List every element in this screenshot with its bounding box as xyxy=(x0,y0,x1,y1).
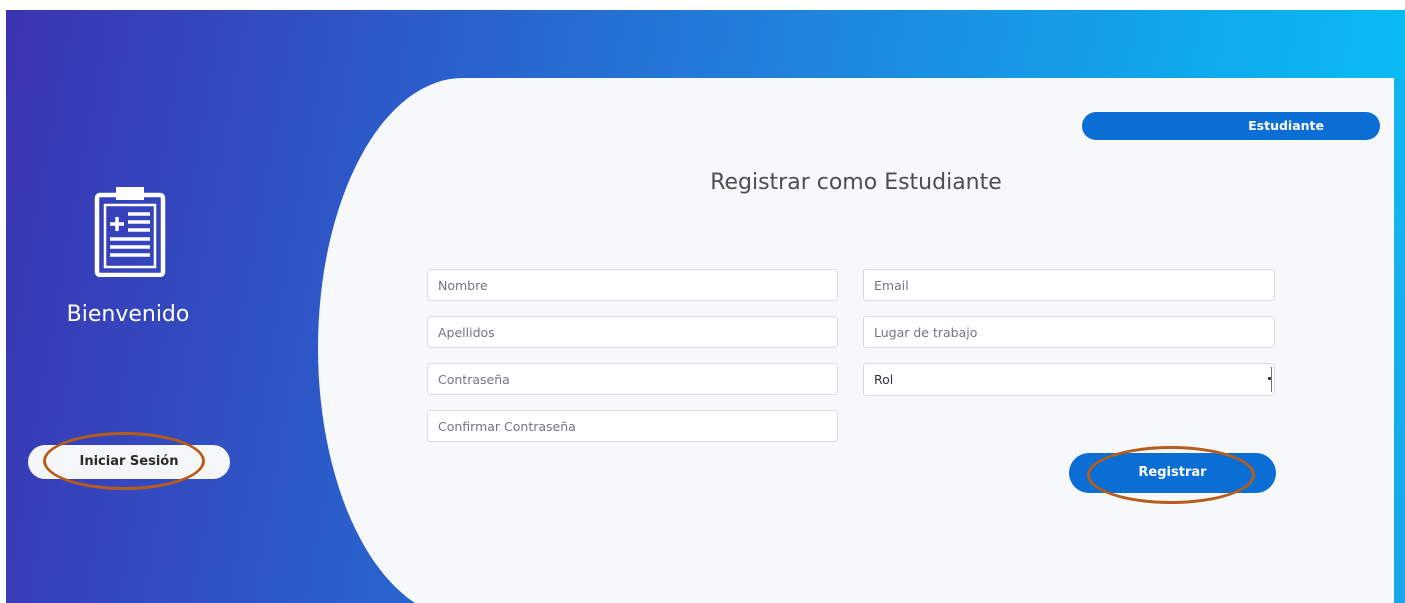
tab-estudiante[interactable]: Estudiante xyxy=(1082,112,1380,140)
login-button[interactable]: Iniciar Sesión xyxy=(28,445,230,479)
right-edge-stripe xyxy=(1394,78,1405,603)
apellidos-field[interactable] xyxy=(427,316,838,348)
select-arrow-icon xyxy=(1268,367,1272,392)
register-button[interactable]: Registrar xyxy=(1069,453,1276,493)
clipboard-medical-icon xyxy=(94,187,166,277)
app-frame: Bienvenido Iniciar Sesión Estudiante Reg… xyxy=(6,10,1405,603)
confirm-password-field[interactable] xyxy=(427,410,838,442)
form-title: Registrar como Estudiante xyxy=(710,170,1002,195)
role-select[interactable]: Rol xyxy=(863,363,1275,396)
password-field[interactable] xyxy=(427,363,838,395)
email-field[interactable] xyxy=(863,269,1275,301)
role-select-value: Rol xyxy=(874,372,894,387)
welcome-heading: Bienvenido xyxy=(66,302,190,327)
nombre-field[interactable] xyxy=(427,269,838,301)
workplace-field[interactable] xyxy=(863,316,1275,348)
